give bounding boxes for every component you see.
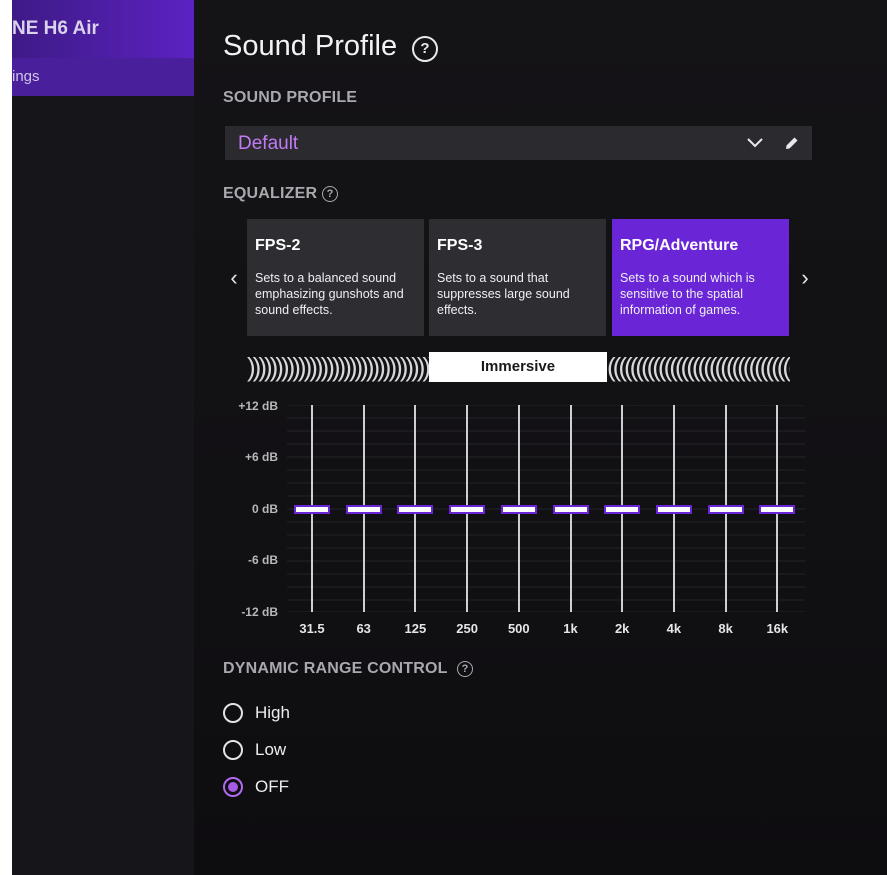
preset-description: Sets to a balanced sound emphasizing gun…: [255, 271, 404, 317]
preset-card-fps-2[interactable]: FPS-2 Sets to a balanced sound emphasizi…: [247, 219, 424, 336]
preset-card-fps-3[interactable]: FPS-3 Sets to a sound that suppresses la…: [429, 219, 606, 336]
preset-next-arrow-icon[interactable]: ›: [795, 266, 815, 290]
eq-frequency-label: 4k: [666, 621, 682, 636]
eq-band-slider-knob[interactable]: [759, 504, 796, 514]
eq-band-slider-knob[interactable]: [604, 504, 641, 514]
eq-frequency-label: 8k: [718, 621, 733, 636]
dynamic-range-help-icon[interactable]: ?: [457, 661, 473, 677]
db-label: 0 dB: [251, 502, 278, 516]
radio-label: High: [255, 703, 290, 722]
preset-description: Sets to a sound that suppresses large so…: [437, 271, 570, 317]
eq-frequency-label: 125: [404, 621, 427, 636]
eq-band-slider-knob[interactable]: [397, 504, 434, 514]
sound-wave-left-decoration: ))))))))))))))))))))))))))))))))))))))))…: [247, 352, 429, 382]
left-edge: [0, 0, 12, 875]
eq-band-slider-knob[interactable]: [294, 504, 330, 514]
preset-title: FPS-2: [255, 237, 301, 254]
eq-frequency-label: 63: [356, 621, 371, 636]
sound-profile-label: SOUND PROFILE: [223, 89, 358, 106]
preset-prev-arrow-icon[interactable]: ‹: [224, 266, 244, 290]
eq-frequency-label: 250: [456, 621, 478, 636]
radio-button[interactable]: [223, 703, 243, 723]
db-label: +12 dB: [238, 399, 278, 413]
preset-title: FPS-3: [437, 237, 483, 254]
help-icon[interactable]: ?: [412, 36, 438, 62]
eq-band-slider-knob[interactable]: [500, 504, 537, 514]
radio-button[interactable]: [223, 740, 243, 760]
radio-label: OFF: [255, 777, 289, 796]
preset-title: RPG/Adventure: [620, 237, 739, 254]
radio-label: Low: [255, 740, 287, 759]
chevron-down-icon[interactable]: [744, 132, 766, 154]
eq-band-slider-knob[interactable]: [345, 504, 382, 514]
eq-frequency-label: 16k: [766, 621, 789, 636]
eq-band-slider-knob[interactable]: [449, 504, 486, 514]
eq-frequency-label: 500: [507, 621, 530, 636]
pencil-icon[interactable]: [783, 134, 801, 152]
preset-card-rpg-adventure[interactable]: RPG/Adventure Sets to a sound which is s…: [612, 219, 789, 336]
sidebar-item-settings[interactable]: ings: [12, 58, 194, 96]
eq-band-slider-knob[interactable]: [552, 504, 589, 514]
eq-frequency-label: 2k: [614, 621, 630, 636]
sidebar: NE H6 Air ings: [12, 0, 194, 875]
radio-button[interactable]: [223, 777, 243, 797]
sound-profile-value: Default: [238, 133, 299, 154]
eq-frequency-label: 31.5: [299, 621, 325, 636]
eq-band-slider-knob[interactable]: [655, 504, 692, 514]
preset-description: Sets to a sound which is sensitive to th…: [620, 271, 755, 317]
eq-frequency-label: 1k: [563, 621, 578, 636]
sidebar-device-name[interactable]: NE H6 Air: [12, 0, 194, 58]
db-label: -6 dB: [248, 553, 278, 567]
db-label: +6 dB: [244, 450, 278, 464]
dynamic-range-label: DYNAMIC RANGE CONTROL: [223, 660, 448, 677]
eq-band-slider-knob[interactable]: [707, 504, 744, 514]
immersive-mode-label: Immersive: [429, 352, 607, 382]
db-label: -12 dB: [241, 605, 278, 619]
equalizer-label: EQUALIZER: [223, 185, 318, 202]
sound-wave-right-decoration: ((((((((((((((((((((((((((((((((((((((((…: [607, 352, 790, 382]
page-title: Sound Profile: [223, 30, 398, 62]
sound-profile-dropdown[interactable]: Default: [225, 126, 812, 160]
equalizer-help-icon[interactable]: ?: [322, 186, 338, 202]
equalizer-graph: +12 dB +6 dB 0 dB -6 dB -12 dB 31.5 63 125…: [225, 395, 805, 640]
